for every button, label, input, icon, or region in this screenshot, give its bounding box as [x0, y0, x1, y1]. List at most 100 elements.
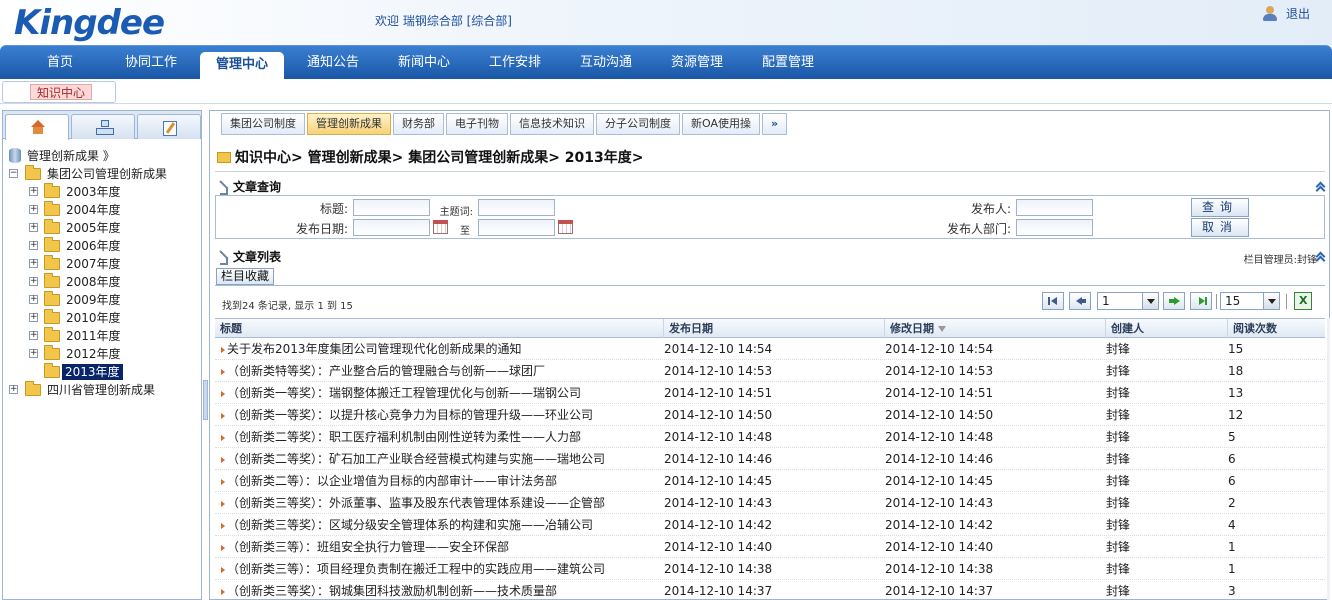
row-title-text[interactable]: （创新类三等）：项目经理负责制在搬迁工程中的实践应用——建筑公司 — [227, 562, 605, 576]
expand-icon[interactable]: + — [29, 241, 38, 250]
tree-root[interactable]: 管理创新成果 》 — [7, 147, 201, 165]
row-title-link[interactable]: 关于发布2013年度集团公司管理现代化创新成果的通知 — [219, 338, 659, 360]
table-row[interactable]: （创新类二等奖）：职工医疗福利机制由刚性逆转为柔性——人力部 2014-12-10… — [215, 426, 1325, 448]
header-mod-date[interactable]: 修改日期 — [885, 319, 1106, 338]
tree-node-year[interactable]: +2004年度 — [7, 201, 201, 219]
expand-icon[interactable]: + — [29, 331, 38, 340]
calendar-icon[interactable] — [433, 220, 448, 234]
tree-node-year[interactable]: +2005年度 — [7, 219, 201, 237]
favorite-column-button[interactable]: 栏目收藏 — [216, 268, 274, 285]
row-title-text[interactable]: （创新类二等）：以企业增值为目标的内部审计——审计法务部 — [227, 474, 557, 488]
tree-label[interactable]: 2013年度 — [62, 364, 123, 380]
tree-node-group1[interactable]: − 集团公司管理创新成果 — [7, 165, 201, 183]
tree-label[interactable]: 2010年度 — [66, 309, 121, 327]
expand-icon[interactable]: + — [29, 205, 38, 214]
row-title-link[interactable]: （创新类三等）：班组安全执行力管理——安全环保部 — [219, 536, 659, 558]
nav-resources[interactable]: 资源管理 — [652, 46, 742, 80]
row-title-link[interactable]: （创新类三等奖）：外派董事、监事及股东代表管理体系建设——企管部 — [219, 492, 659, 514]
tree-node-year[interactable]: +2003年度 — [7, 183, 201, 201]
collapse-list-icon[interactable] — [1315, 251, 1325, 261]
header-pub-date[interactable]: 发布日期 — [664, 319, 885, 338]
tree-node-year[interactable]: +2012年度 — [7, 345, 201, 363]
excel-export-icon[interactable] — [1294, 292, 1312, 310]
row-title-text[interactable]: （创新类三等奖）：外派董事、监事及股东代表管理体系建设——企管部 — [227, 496, 605, 510]
nav-collaboration[interactable]: 协同工作 — [106, 46, 196, 80]
category-tab[interactable]: 财务部 — [393, 113, 444, 135]
row-title-link[interactable]: （创新类三等奖）：区域分级安全管理体系的构建和实施——冶辅公司 — [219, 514, 659, 536]
expand-icon[interactable]: + — [29, 349, 38, 358]
subnav-knowledge-center[interactable]: 知识中心 — [2, 81, 116, 103]
tree-label[interactable]: 2008年度 — [66, 273, 121, 291]
tree-label[interactable]: 2006年度 — [66, 237, 121, 255]
row-title-text[interactable]: （创新类二等奖）：职工医疗福利机制由刚性逆转为柔性——人力部 — [227, 430, 581, 444]
tree-node-year[interactable]: +2007年度 — [7, 255, 201, 273]
expand-icon[interactable]: + — [9, 385, 18, 394]
row-title-text[interactable]: （创新类特等奖）：产业整合后的管理融合与创新——球团厂 — [227, 364, 545, 378]
prev-page-icon[interactable] — [1069, 292, 1091, 310]
table-row[interactable]: （创新类一等奖）：瑞钢整体搬迁工程管理优化与创新——瑞钢公司 2014-12-10… — [215, 382, 1325, 404]
nav-work-schedule[interactable]: 工作安排 — [470, 46, 560, 80]
row-title-link[interactable]: （创新类三等奖）：钢城集团科技激励机制创新——技术质量部 — [219, 580, 659, 600]
expand-icon[interactable]: + — [29, 223, 38, 232]
scrollbar[interactable] — [1327, 318, 1330, 600]
panel-splitter[interactable] — [203, 380, 208, 420]
nav-interaction[interactable]: 互动沟通 — [561, 46, 651, 80]
table-row[interactable]: （创新类二等奖）：矿石加工产业联合经营模式构建与实施——瑞地公司 2014-12-… — [215, 448, 1325, 470]
table-row[interactable]: （创新类二等）：以企业增值为目标的内部审计——审计法务部 2014-12-10 1… — [215, 470, 1325, 492]
tree-label[interactable]: 2003年度 — [66, 183, 121, 201]
row-title-text[interactable]: 关于发布2013年度集团公司管理现代化创新成果的通知 — [227, 342, 522, 356]
tree-label[interactable]: 2011年度 — [66, 327, 121, 345]
row-title-link[interactable]: （创新类一等奖）：以提升核心竞争力为目标的管理升级——环业公司 — [219, 404, 659, 426]
row-title-text[interactable]: （创新类三等）：班组安全执行力管理——安全环保部 — [227, 540, 509, 554]
publisher-input[interactable] — [1016, 199, 1093, 216]
table-row[interactable]: 关于发布2013年度集团公司管理现代化创新成果的通知 2014-12-10 14:… — [215, 338, 1325, 360]
page-size-select[interactable]: 15 — [1220, 292, 1280, 310]
row-title-text[interactable]: （创新类三等奖）：钢城集团科技激励机制创新——技术质量部 — [227, 584, 557, 598]
next-page-icon[interactable] — [1163, 292, 1185, 310]
subnav-knowledge-label[interactable]: 知识中心 — [30, 84, 92, 100]
table-row[interactable]: （创新类三等）：项目经理负责制在搬迁工程中的实践应用——建筑公司 2014-12-… — [215, 558, 1325, 580]
tree-node-year[interactable]: 2013年度 — [7, 363, 201, 381]
row-title-link[interactable]: （创新类二等奖）：矿石加工产业联合经营模式构建与实施——瑞地公司 — [219, 448, 659, 470]
left-tab-edit[interactable] — [137, 114, 201, 139]
tree-label[interactable]: 2007年度 — [66, 255, 121, 273]
more-tabs-button[interactable]: » — [762, 113, 788, 135]
logout-link[interactable]: 退出 — [1262, 5, 1310, 22]
dept-input[interactable] — [1016, 219, 1093, 236]
tree-root-label[interactable]: 管理创新成果 》 — [27, 149, 115, 163]
category-tab[interactable]: 管理创新成果 — [307, 113, 391, 135]
category-tab[interactable]: 电子刊物 — [446, 113, 508, 135]
category-tab[interactable]: 新OA使用操 — [682, 113, 760, 135]
table-row[interactable]: （创新类一等奖）：以提升核心竞争力为目标的管理升级——环业公司 2014-12-1… — [215, 404, 1325, 426]
table-row[interactable]: （创新类三等奖）：区域分级安全管理体系的构建和实施——冶辅公司 2014-12-1… — [215, 514, 1325, 536]
tree-label[interactable]: 2005年度 — [66, 219, 121, 237]
expand-icon[interactable]: + — [29, 295, 38, 304]
table-row[interactable]: （创新类三等奖）：外派董事、监事及股东代表管理体系建设——企管部 2014-12-… — [215, 492, 1325, 514]
cancel-button[interactable]: 取消 — [1191, 218, 1249, 237]
row-title-text[interactable]: （创新类一等奖）：瑞钢整体搬迁工程管理优化与创新——瑞钢公司 — [227, 386, 581, 400]
header-title[interactable]: 标题 — [215, 319, 664, 338]
row-title-text[interactable]: （创新类三等奖）：区域分级安全管理体系的构建和实施——冶辅公司 — [227, 518, 593, 532]
nav-configuration[interactable]: 配置管理 — [743, 46, 833, 80]
row-title-link[interactable]: （创新类二等奖）：职工医疗福利机制由刚性逆转为柔性——人力部 — [219, 426, 659, 448]
row-title-link[interactable]: （创新类特等奖）：产业整合后的管理融合与创新——球团厂 — [219, 360, 659, 382]
table-row[interactable]: （创新类三等）：班组安全执行力管理——安全环保部 2014-12-10 14:40… — [215, 536, 1325, 558]
tree-label[interactable]: 2004年度 — [66, 201, 121, 219]
tree-node-year[interactable]: +2006年度 — [7, 237, 201, 255]
tree-node-group2[interactable]: + 四川省管理创新成果 — [7, 381, 201, 399]
tree-node-year[interactable]: +2008年度 — [7, 273, 201, 291]
expand-icon[interactable]: + — [29, 313, 38, 322]
keyword-input[interactable] — [478, 199, 555, 216]
row-title-link[interactable]: （创新类三等）：项目经理负责制在搬迁工程中的实践应用——建筑公司 — [219, 558, 659, 580]
tree-label[interactable]: 四川省管理创新成果 — [47, 381, 155, 399]
title-input[interactable] — [353, 199, 430, 216]
nav-announcements[interactable]: 通知公告 — [288, 46, 378, 80]
category-tab[interactable]: 集团公司制度 — [221, 113, 305, 135]
nav-news-center[interactable]: 新闻中心 — [379, 46, 469, 80]
logout-label[interactable]: 退出 — [1286, 5, 1310, 22]
nav-management-center[interactable]: 管理中心 — [200, 52, 284, 80]
collapse-icon[interactable]: − — [9, 169, 18, 178]
left-tab-home[interactable] — [5, 114, 69, 140]
nav-home[interactable]: 首页 — [15, 46, 105, 80]
row-title-link[interactable]: （创新类一等奖）：瑞钢整体搬迁工程管理优化与创新——瑞钢公司 — [219, 382, 659, 404]
